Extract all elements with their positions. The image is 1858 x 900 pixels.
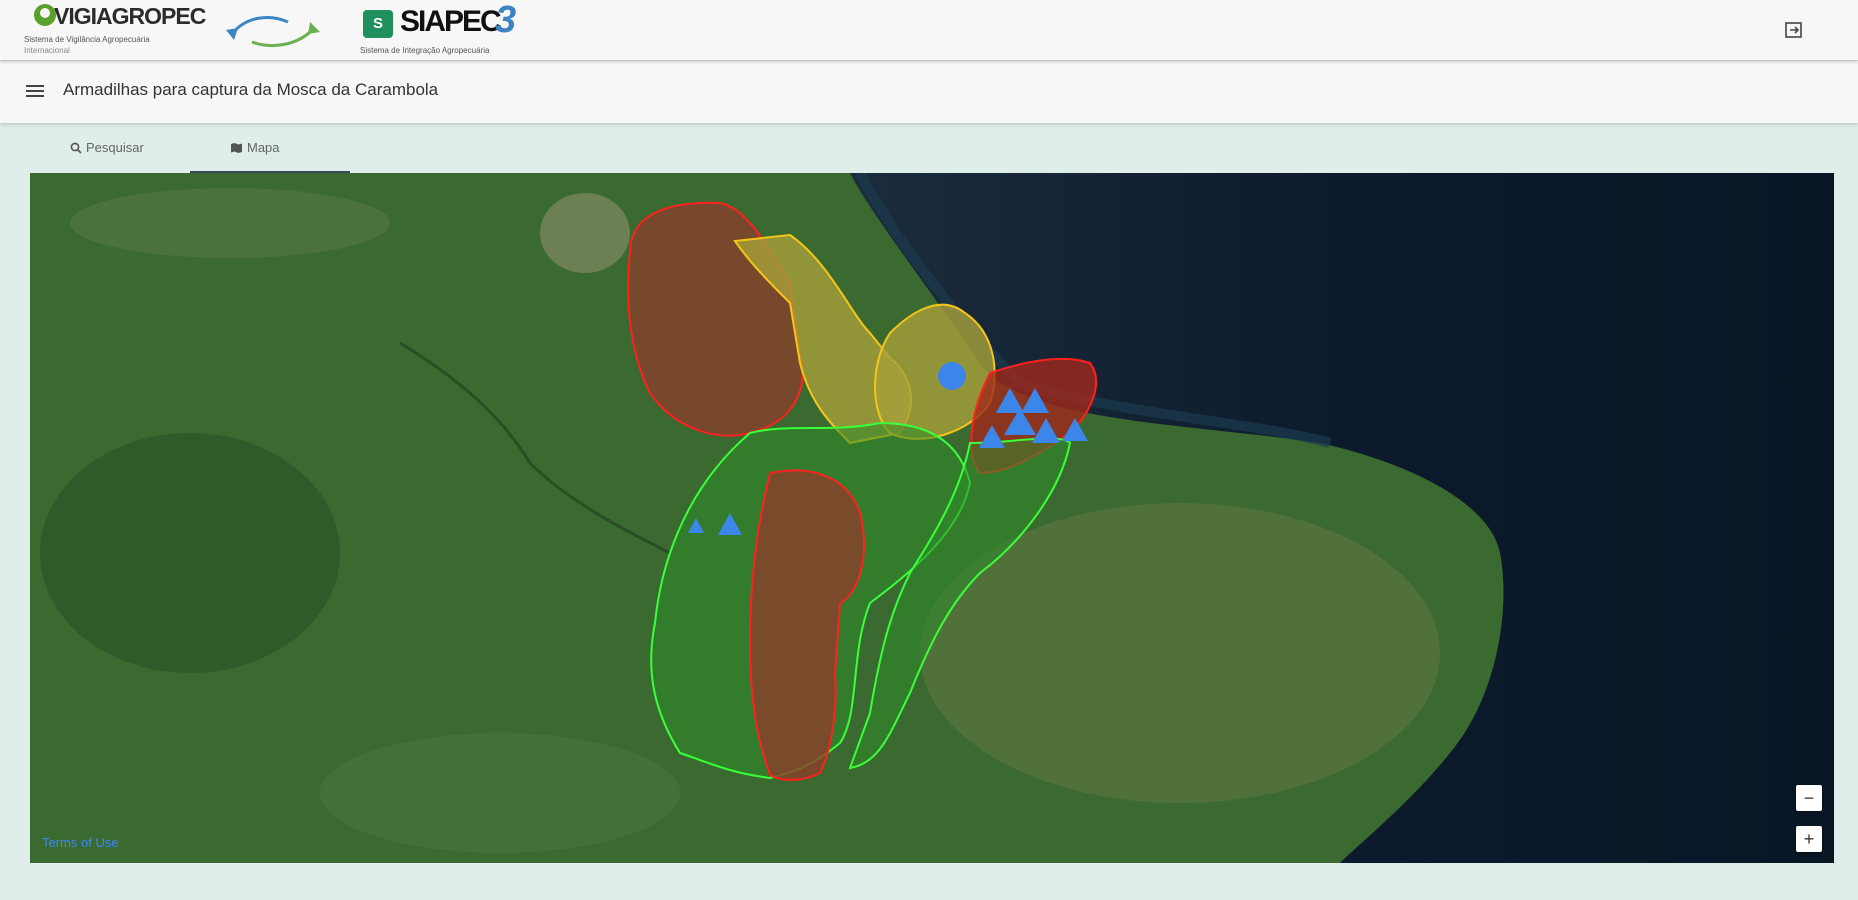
terrain-patch [540,193,630,273]
terms-of-use-link[interactable]: Terms of Use [42,835,119,850]
top-header: VIGIAGROPEC Sistema de Vigilância Agrope… [0,0,1858,60]
siapec-logo-name: SIAPEC [400,5,502,38]
terrain-patch [70,188,390,258]
tab-bar: Pesquisar Mapa [30,129,390,173]
tab-pesquisar[interactable]: Pesquisar [30,129,190,171]
vigiagropec-logo-name: VIGIAGROPEC [54,3,206,29]
siapec-logo[interactable]: S SIAPEC 3 Sistema de Integração Agropec… [360,0,530,58]
tab-mapa[interactable]: Mapa [190,129,350,173]
trap-marker[interactable] [938,362,966,390]
siapec-logo-version: 3 [495,0,516,41]
page-title: Armadilhas para captura da Mosca da Cara… [63,80,439,99]
tab-label: Pesquisar [86,140,144,155]
siapec-mark-icon: S [363,10,393,38]
terrain-patch [40,433,340,673]
tab-label: Mapa [247,140,280,155]
menu-icon[interactable] [24,82,46,102]
zoom-in-button[interactable]: + [1796,826,1822,852]
vigiagropec-leaf-icon [34,4,56,26]
vigiagropec-logo-subtitle-2: Internacional [24,46,70,55]
map-canvas[interactable] [30,173,1834,863]
vigiagropec-logo[interactable]: VIGIAGROPEC Sistema de Vigilância Agrope… [24,2,206,58]
zoom-out-button[interactable]: − [1796,785,1822,811]
arrows-sync-icon [226,16,320,47]
map-view[interactable]: Terms of Use − + [30,173,1834,863]
page-titlebar: Armadilhas para captura da Mosca da Cara… [0,61,1858,123]
logout-icon[interactable] [1784,20,1804,40]
vigiagropec-logo-subtitle: Sistema de Vigilância Agropecuária [24,35,150,44]
terrain-patch [320,733,680,853]
siapec-logo-subtitle: Sistema de Integração Agropecuária [360,46,490,55]
search-icon [70,142,82,154]
map-icon [231,143,242,153]
